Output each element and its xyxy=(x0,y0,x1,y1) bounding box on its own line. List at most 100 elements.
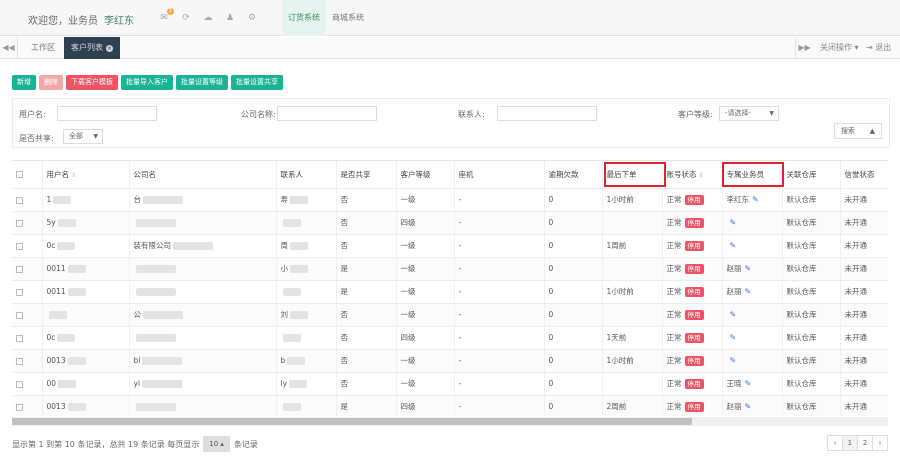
cell-shared: 否 xyxy=(336,349,397,373)
edit-pencil-icon[interactable]: ✎ xyxy=(730,333,737,342)
table-row[interactable]: 0011 是一级 -0 1小时前 正常 停用 赵丽 ✎ 默认仓库 未开通 xyxy=(12,280,888,304)
page-2[interactable]: 2 xyxy=(857,435,873,451)
sort-icon: ⇕ xyxy=(71,171,77,179)
col-phone[interactable]: 座机 xyxy=(454,161,545,189)
col-credit[interactable]: 信誉状态 xyxy=(840,161,888,189)
user-icon[interactable]: ♟ xyxy=(223,12,237,24)
download-template-button[interactable]: 下载客户模板 xyxy=(66,75,118,90)
batch-set-share-button[interactable]: 批量设置共享 xyxy=(231,75,283,90)
edit-pencil-icon[interactable]: ✎ xyxy=(730,218,737,227)
table-row[interactable]: 0013 bi b 否一级 -0 1小时前 正常 停用 ✎ 默认仓库 未开通 xyxy=(12,349,888,373)
row-checkbox[interactable] xyxy=(12,188,43,212)
company-input[interactable] xyxy=(277,106,377,121)
refresh-icon[interactable]: ⟳ xyxy=(179,12,193,24)
cell-shared: 是 xyxy=(336,280,397,304)
disable-button[interactable]: 停用 xyxy=(684,402,704,412)
customer-table: 用户名 ⇕ 公司名 联系人 是否共享 客户等级 座机 逾期欠款 最后下单 账号状态… xyxy=(12,160,888,416)
row-checkbox[interactable] xyxy=(12,326,43,350)
cell-contact xyxy=(276,280,337,304)
cell-user: 00 xyxy=(42,372,130,396)
cell-salesman: ✎ xyxy=(722,349,783,373)
row-checkbox[interactable] xyxy=(12,234,43,258)
contact-input[interactable] xyxy=(497,106,597,121)
col-debt[interactable]: 逾期欠款 xyxy=(544,161,603,189)
col-warehouse[interactable]: 关联仓库 xyxy=(782,161,841,189)
edit-pencil-icon[interactable]: ✎ xyxy=(730,356,737,365)
col-company[interactable]: 公司名 xyxy=(129,161,277,189)
cell-contact xyxy=(276,211,337,235)
table-row[interactable]: 0013 是四级 -0 2周前 正常 停用 赵丽 ✎ 默认仓库 未开通 xyxy=(12,395,888,416)
disable-button[interactable]: 停用 xyxy=(684,356,704,366)
tab-customer-list[interactable]: 客户列表 × xyxy=(64,37,120,59)
col-salesman[interactable]: 专属业务员 xyxy=(722,161,783,189)
disable-button[interactable]: 停用 xyxy=(684,241,704,251)
username-input[interactable] xyxy=(57,106,157,121)
batch-set-level-button[interactable]: 批量设置等级 xyxy=(176,75,228,90)
tab-scroll-right-icon[interactable]: ▶▶ xyxy=(795,37,813,59)
disable-button[interactable]: 停用 xyxy=(684,333,704,343)
delete-button[interactable]: 删除 xyxy=(39,75,63,90)
edit-pencil-icon[interactable]: ✎ xyxy=(730,241,737,250)
collapse-search-button[interactable]: 搜索 ▲ xyxy=(834,123,882,139)
table-row[interactable]: 0c 否四级 -0 1天前 正常 停用 ✎ 默认仓库 未开通 xyxy=(12,326,888,350)
page-size-select[interactable]: 10 ▴ xyxy=(203,436,230,452)
close-operations-menu[interactable]: 关闭操作 ▾ xyxy=(820,37,859,59)
batch-import-button[interactable]: 批量导入客户 xyxy=(121,75,173,90)
page-next[interactable]: › xyxy=(872,435,888,451)
col-shared[interactable]: 是否共享 xyxy=(336,161,397,189)
level-select[interactable]: -请选择- ▼ xyxy=(719,106,779,121)
edit-pencil-icon[interactable]: ✎ xyxy=(745,402,752,411)
page-prev[interactable]: ‹ xyxy=(827,435,843,451)
select-all-checkbox[interactable] xyxy=(12,161,43,189)
col-contact[interactable]: 联系人 xyxy=(276,161,337,189)
exit-button[interactable]: ⇥ 退出 xyxy=(866,37,891,59)
username[interactable]: 李红东 xyxy=(104,16,134,27)
gear-icon[interactable]: ⚙ xyxy=(245,12,259,24)
row-checkbox[interactable] xyxy=(12,303,43,327)
page-1[interactable]: 1 xyxy=(842,435,858,451)
tab-workspace[interactable]: 工作区 xyxy=(24,37,62,59)
col-level[interactable]: 客户等级 xyxy=(396,161,455,189)
nav-order-system[interactable]: 订货系统 xyxy=(282,0,326,36)
add-button[interactable]: 新增 xyxy=(12,75,36,90)
table-row[interactable]: 0c 装有限公司周否一级 -0 1周前 正常 停用 ✎ 默认仓库 未开通 xyxy=(12,234,888,258)
envelope-icon[interactable]: ✉ 1 xyxy=(157,8,174,24)
table-row[interactable]: 5y 否四级 -0 正常 停用 ✎ 默认仓库 未开通 xyxy=(12,211,888,235)
nav-mall-system[interactable]: 商城系统 xyxy=(326,0,370,36)
cell-debt: 0 xyxy=(544,211,603,235)
table-row[interactable]: 00 yi ly 否一级 -0 正常 停用 王晓 ✎ 默认仓库 未开通 xyxy=(12,372,888,396)
edit-pencil-icon[interactable]: ✎ xyxy=(745,287,752,296)
edit-pencil-icon[interactable]: ✎ xyxy=(745,379,752,388)
disable-button[interactable]: 停用 xyxy=(684,218,704,228)
close-icon[interactable]: × xyxy=(106,45,113,52)
disable-button[interactable]: 停用 xyxy=(684,264,704,274)
row-checkbox[interactable] xyxy=(12,211,43,235)
disable-button[interactable]: 停用 xyxy=(684,310,704,320)
shared-select[interactable]: 全部 ▼ xyxy=(63,129,103,144)
scrollbar-thumb[interactable] xyxy=(12,418,692,425)
disable-button[interactable]: 停用 xyxy=(684,287,704,297)
row-checkbox[interactable] xyxy=(12,257,43,281)
disable-button[interactable]: 停用 xyxy=(684,379,704,389)
cell-status: 正常 停用 xyxy=(662,303,723,327)
row-checkbox[interactable] xyxy=(12,349,43,373)
col-username[interactable]: 用户名 ⇕ xyxy=(42,161,130,189)
tab-scroll-left-icon[interactable]: ◀◀ xyxy=(0,37,18,59)
table-row[interactable]: 公刘否一级 -0 正常 停用 ✎ 默认仓库 未开通 xyxy=(12,303,888,327)
cloud-icon[interactable]: ☁ xyxy=(201,12,215,24)
table-row[interactable]: 1 台寿否一级 -0 1小时前 正常 停用 李红东 ✎ 默认仓库 未开通 xyxy=(12,188,888,212)
horizontal-scrollbar[interactable] xyxy=(12,417,888,426)
cell-salesman: ✎ xyxy=(722,234,783,258)
row-checkbox[interactable] xyxy=(12,372,43,396)
disable-button[interactable]: 停用 xyxy=(684,195,704,205)
edit-pencil-icon[interactable]: ✎ xyxy=(745,264,752,273)
table-row[interactable]: 0011 小是一级 -0 正常 停用 赵丽 ✎ 默认仓库 未开通 xyxy=(12,257,888,281)
cell-user: 0c xyxy=(42,326,130,350)
col-last-order[interactable]: 最后下单 xyxy=(602,161,663,189)
cell-company xyxy=(129,257,277,281)
row-checkbox[interactable] xyxy=(12,280,43,304)
edit-pencil-icon[interactable]: ✎ xyxy=(730,310,737,319)
col-account-status[interactable]: 账号状态 ⇕ xyxy=(662,161,723,189)
edit-pencil-icon[interactable]: ✎ xyxy=(752,195,759,204)
row-checkbox[interactable] xyxy=(12,395,43,416)
